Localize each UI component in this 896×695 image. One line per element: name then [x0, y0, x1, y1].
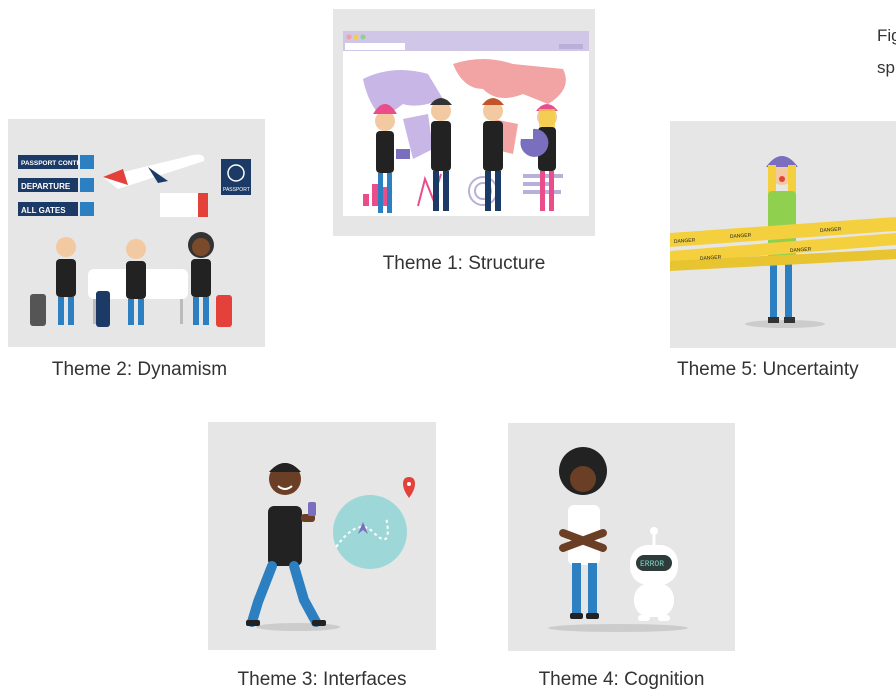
theme-1-caption: Theme 1: Structure [382, 253, 546, 274]
svg-text:ERROR: ERROR [640, 560, 664, 569]
corner-text: Fig sp [877, 20, 896, 84]
theme-5-illustration: DANGER DANGER DANGER DANGER DANGER [670, 121, 896, 348]
theme-4-caption: Theme 4: Cognition [538, 669, 705, 690]
theme-1-illustration [333, 9, 595, 236]
cognition-illustration: ERROR [548, 447, 688, 632]
structure-illustration [343, 31, 589, 216]
uncertainty-illustration: DANGER DANGER DANGER DANGER DANGER [670, 156, 896, 328]
theme-2-illustration: PASSPORT CONTROL DEPARTURE ALL GATES PAS… [8, 119, 265, 347]
theme-5-caption: Theme 5: Uncertainty [677, 359, 859, 380]
dynamism-illustration: PASSPORT CONTROL DEPARTURE ALL GATES PAS… [18, 154, 251, 327]
svg-text:PASSPORT: PASSPORT [223, 187, 250, 193]
theme-4-illustration: ERROR [508, 423, 735, 651]
svg-text:DANGER: DANGER [790, 246, 812, 254]
theme-3-illustration [208, 422, 436, 650]
interfaces-illustration [246, 463, 415, 631]
corner-text-line1: Fig [877, 26, 896, 45]
theme-3-caption: Theme 3: Interfaces [237, 669, 407, 690]
corner-text-line2: sp [877, 58, 895, 77]
theme-2-caption: Theme 2: Dynamism [51, 359, 228, 380]
svg-text:DEPARTURE: DEPARTURE [21, 182, 71, 191]
svg-text:PASSPORT CONTROL: PASSPORT CONTROL [21, 160, 90, 167]
svg-text:ALL GATES: ALL GATES [21, 206, 66, 215]
